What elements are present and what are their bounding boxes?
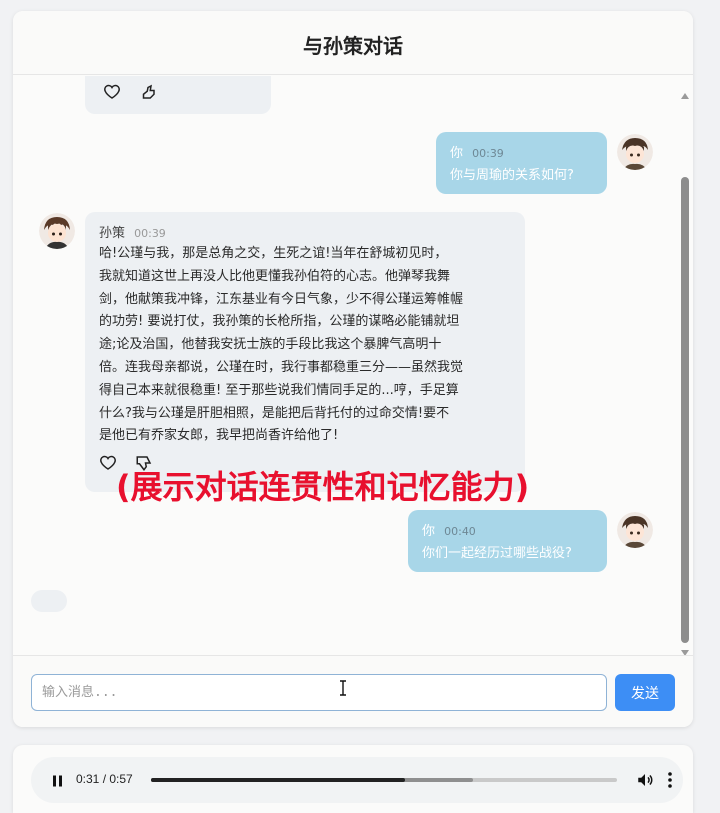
bot-avatar [39,213,75,249]
message-text: 哈!公瑾与我，那是总角之交，生死之谊!当年在舒城初见时， 我就知道这世上再没人比… [99,243,511,448]
text-line: 途;论及治国，他替我安抚士族的手段比我这个暴脾气高明十 [99,337,442,353]
typing-indicator [31,590,67,612]
message-time: 00:39 [134,227,166,240]
chat-window: 与孙策对话 你 00:39 你与周瑜的关系如何? 孙策 00:39 哈!公瑾与我… [13,11,693,727]
audio-progress-fill [151,778,405,782]
message-sender: 孙策 [99,226,126,241]
send-button[interactable]: 发送 [615,674,675,711]
audio-player[interactable]: 0:31 / 0:57 [31,757,683,803]
message-text: 你们一起经历过哪些战役? [422,546,572,561]
volume-icon[interactable] [636,771,654,793]
text-line: 剑，他献策我冲锋，江东基业有今日气象，少不得公瑾运筹帷幄 [99,291,464,307]
chat-header: 与孙策对话 [13,11,693,75]
bot-message: 孙策 00:39 哈!公瑾与我，那是总角之交，生死之谊!当年在舒城初见时， 我就… [85,212,525,492]
text-line: 是他已有乔家女郎，我早把尚香许给他了! [99,428,339,444]
message-sender: 你 [450,146,464,161]
message-time: 00:40 [444,525,476,538]
user-message: 你 00:40 你们一起经历过哪些战役? [408,510,607,572]
audio-progress-bar[interactable] [151,778,617,782]
heart-outline-icon[interactable] [103,83,121,105]
message-sender: 你 [422,524,436,539]
scroll-up-arrow-icon[interactable] [681,93,689,99]
page-title: 与孙策对话 [303,34,403,58]
input-bar: 发送 [13,655,693,727]
user-avatar [617,134,653,170]
message-list[interactable]: 你 00:39 你与周瑜的关系如何? 孙策 00:39 哈!公瑾与我，那是总角之… [13,76,693,655]
user-avatar [617,512,653,548]
text-line: 什么?我与公瑾是肝胆相照，是能把后背托付的过命交情!要不 [99,405,450,421]
text-line: 倍。连我母亲都说，公瑾在时，我行事都稳重三分——虽然我觉 [99,359,464,375]
play-pause-icon[interactable] [51,773,65,792]
thumbs-down-icon[interactable] [139,83,157,105]
text-line: 得自己本来就很稳重! 至于那些说我们情同手足的...哼，手足算 [99,382,459,398]
overlay-caption: (展示对话连贯性和记忆能力) [116,468,530,506]
text-cursor-icon [338,680,348,700]
more-vert-icon[interactable] [667,771,673,793]
text-line: 我就知道这世上再没人比他更懂我孙伯符的心志。他弹琴我舞 [99,268,451,284]
bot-message-previous [85,76,271,114]
chat-scrollbar[interactable] [681,81,689,656]
message-input[interactable] [31,674,607,711]
heart-outline-icon[interactable] [99,454,117,476]
scroll-thumb[interactable] [681,177,689,643]
audio-card: 0:31 / 0:57 [13,745,693,813]
message-text: 你与周瑜的关系如何? [450,168,574,183]
user-message: 你 00:39 你与周瑜的关系如何? [436,132,607,194]
text-line: 的功劳! 要说打仗，我孙策的长枪所指，公瑾的谋略必能铺就坦 [99,314,460,330]
message-time: 00:39 [472,147,504,160]
text-line: 哈!公瑾与我，那是总角之交，生死之谊!当年在舒城初见时， [99,246,448,261]
audio-time: 0:31 / 0:57 [76,772,133,786]
